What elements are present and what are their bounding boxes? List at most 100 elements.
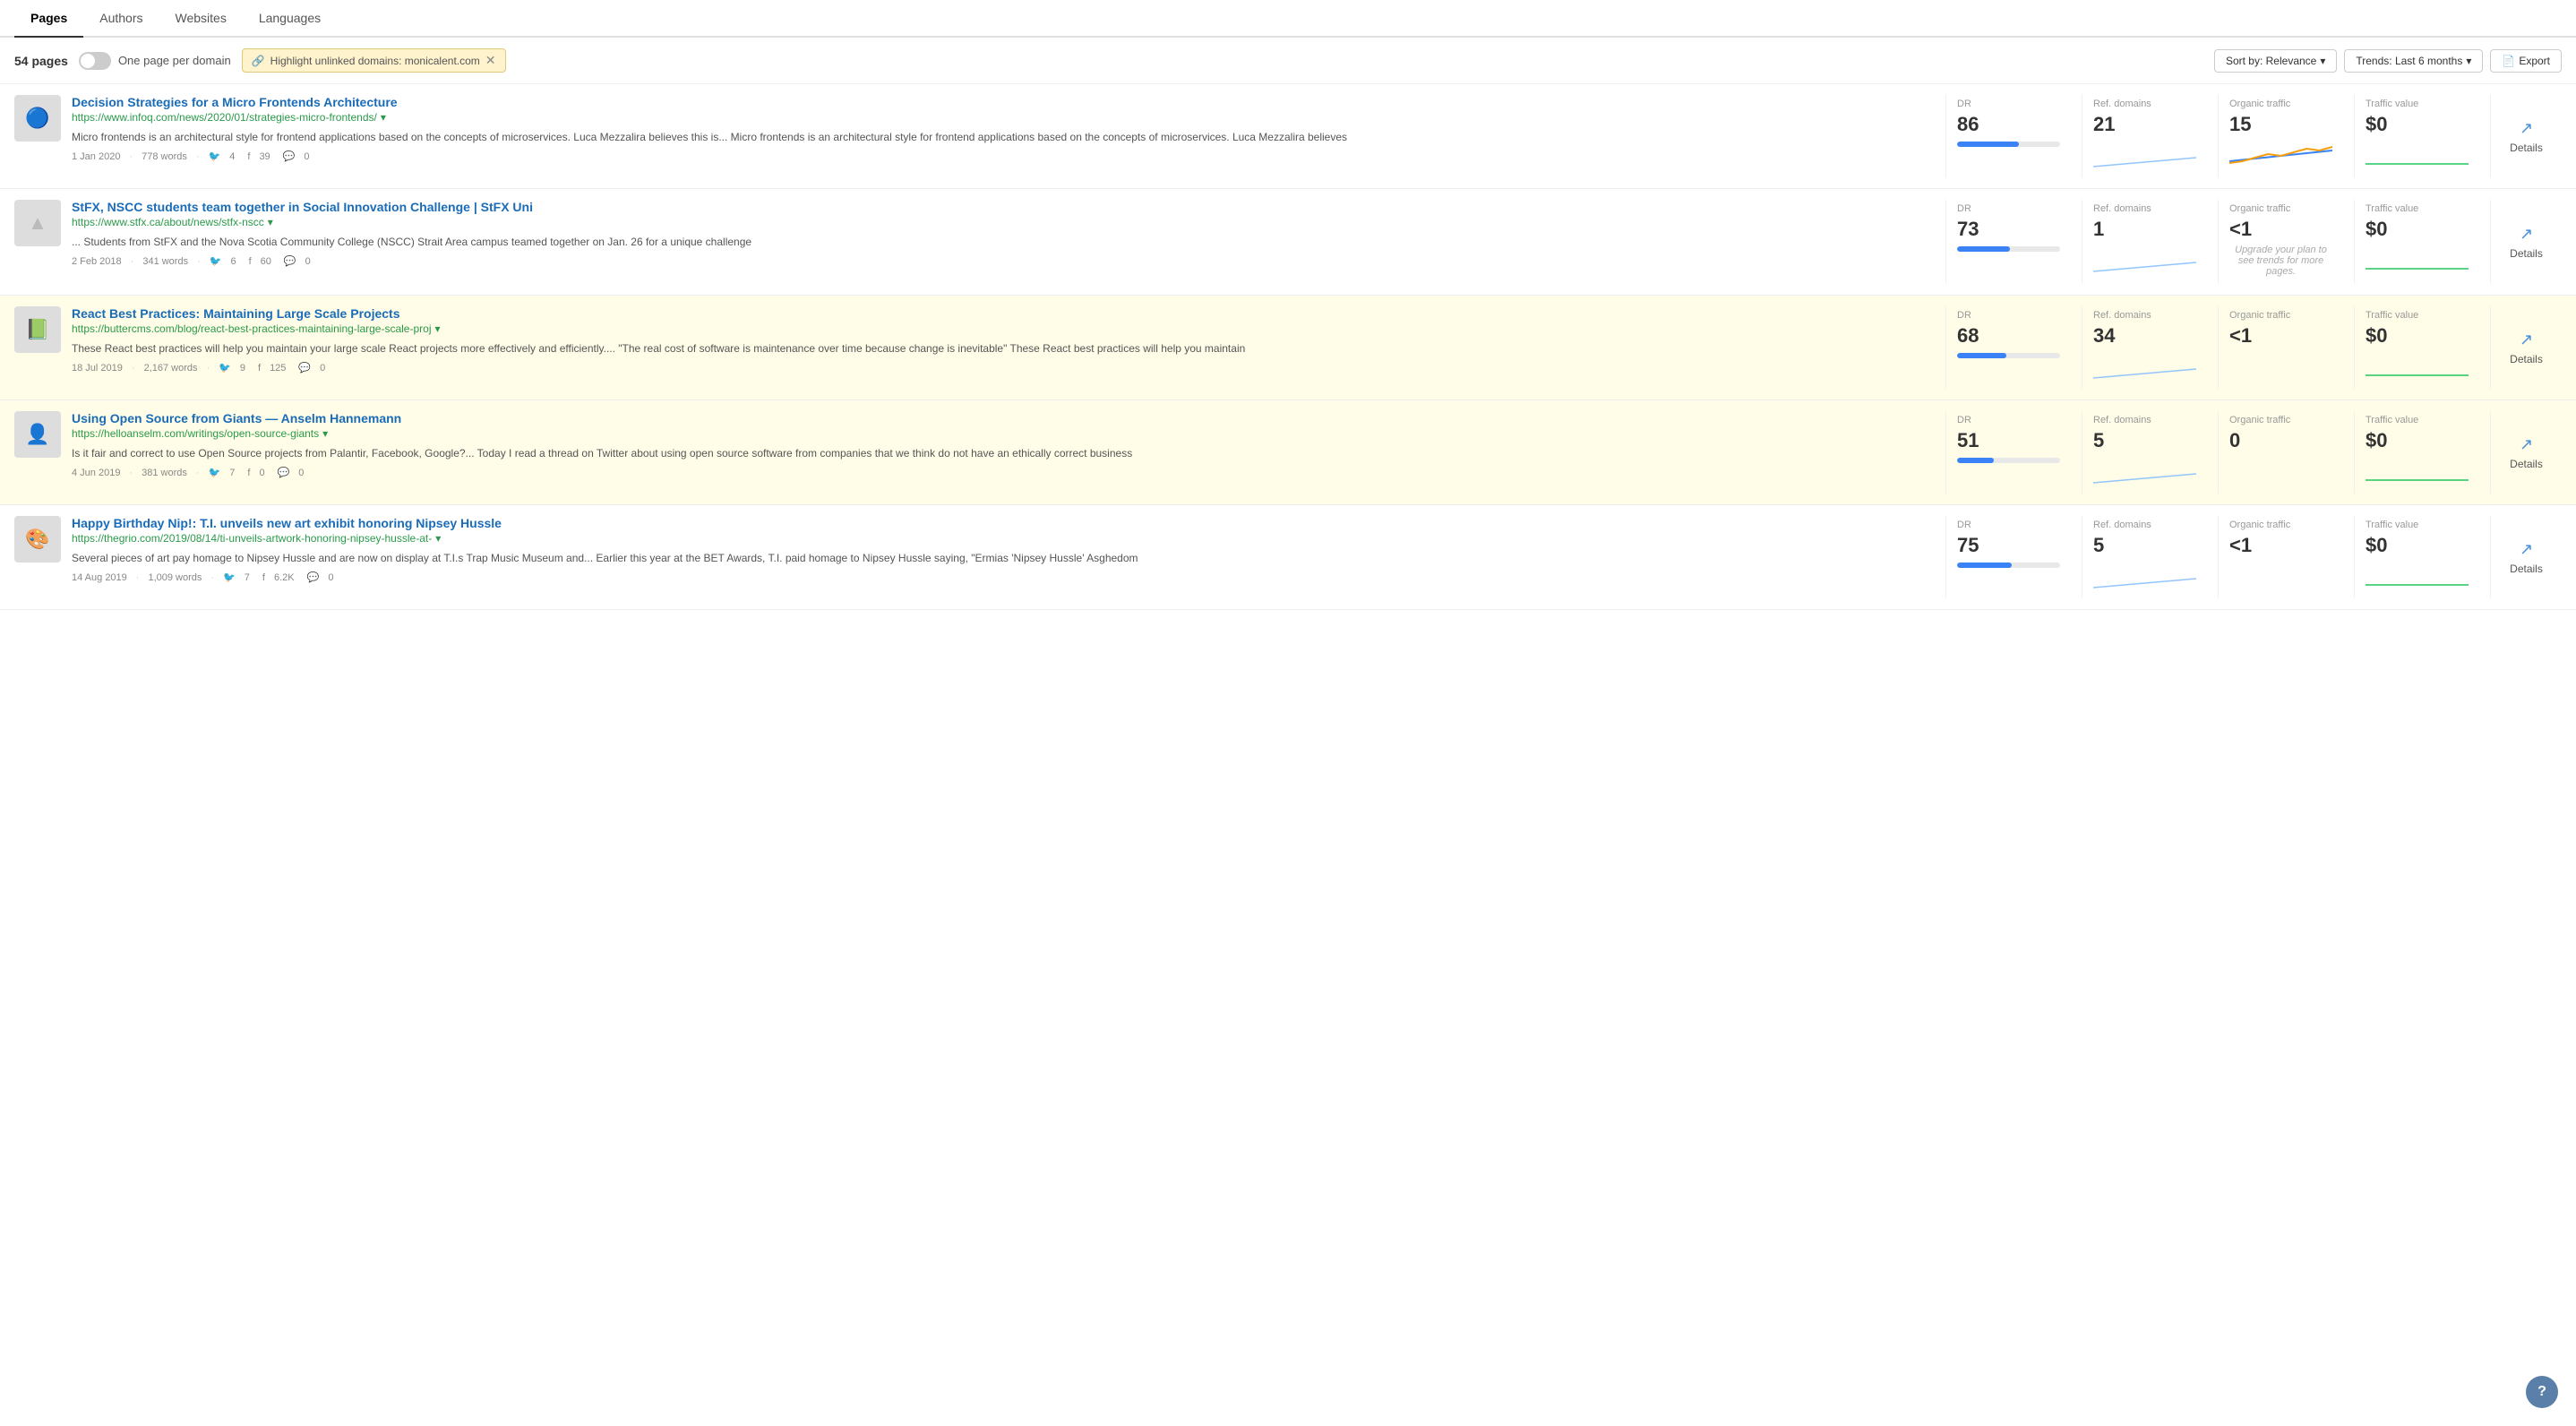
organic-traffic-chart: [2229, 136, 2332, 168]
highlight-close-btn[interactable]: ✕: [485, 53, 496, 68]
ref-domains-chart: [2093, 458, 2196, 490]
result-thumbnail: 🎨: [14, 516, 61, 563]
meta-sep: ·: [131, 256, 134, 267]
organic-traffic-label: Organic traffic: [2229, 99, 2332, 109]
organic-traffic-value: <1: [2229, 218, 2332, 241]
result-facebook: 6.2K: [274, 572, 295, 583]
result-url-link[interactable]: https://www.stfx.ca/about/news/stfx-nscc: [72, 216, 264, 228]
meta-sep: ·: [132, 363, 135, 374]
result-title[interactable]: Happy Birthday Nip!: T.I. unveils new ar…: [72, 516, 1935, 530]
result-title[interactable]: Decision Strategies for a Micro Frontend…: [72, 95, 1935, 109]
comment-icon: 💬: [283, 150, 296, 162]
result-snippet: Micro frontends is an architectural styl…: [72, 129, 1935, 145]
result-facebook: 0: [259, 468, 264, 478]
organic-traffic-label: Organic traffic: [2229, 310, 2332, 321]
traffic-value-chart: [2366, 353, 2469, 385]
details-button[interactable]: ↗ Details: [2510, 225, 2543, 260]
result-comments: 0: [298, 468, 304, 478]
dr-label: DR: [1957, 99, 2060, 109]
result-date: 18 Jul 2019: [72, 363, 123, 374]
dr-bar: [1957, 353, 2006, 358]
help-button[interactable]: ?: [2526, 1376, 2558, 1408]
result-title[interactable]: StFX, NSCC students team together in Soc…: [72, 200, 1935, 214]
details-button[interactable]: ↗ Details: [2510, 119, 2543, 154]
result-meta: 4 Jun 2019 · 381 words · 🐦 7 f 0 💬 0: [72, 467, 1935, 478]
tab-authors[interactable]: Authors: [83, 0, 159, 38]
export-button[interactable]: 📄 Export: [2490, 49, 2562, 73]
organic-traffic-label: Organic traffic: [2229, 520, 2332, 530]
details-button[interactable]: ↗ Details: [2510, 540, 2543, 575]
highlight-badge: 🔗 Highlight unlinked domains: monicalent…: [242, 48, 506, 73]
facebook-icon: f: [262, 572, 265, 583]
dr-bar: [1957, 458, 1994, 463]
organic-traffic-value: <1: [2229, 534, 2332, 557]
dr-value: 68: [1957, 324, 2060, 348]
traffic-value-chart: [2366, 458, 2469, 490]
sort-label: Sort by: Relevance: [2226, 55, 2316, 67]
result-url: https://thegrio.com/2019/08/14/ti-unveil…: [72, 532, 1935, 545]
result-url-link[interactable]: https://thegrio.com/2019/08/14/ti-unveil…: [72, 532, 432, 545]
twitter-icon: 🐦: [209, 150, 221, 162]
dr-bar: [1957, 563, 2012, 568]
toggle-label: One page per domain: [118, 54, 231, 67]
ref-domains-value: 21: [2093, 113, 2196, 136]
result-title[interactable]: React Best Practices: Maintaining Large …: [72, 306, 1935, 321]
details-trend-icon: ↗: [2520, 331, 2533, 349]
result-row: ▲ StFX, NSCC students team together in S…: [0, 189, 2576, 296]
tab-pages[interactable]: Pages: [14, 0, 83, 38]
result-content: Decision Strategies for a Micro Frontend…: [72, 95, 1935, 177]
details-label: Details: [2510, 142, 2543, 154]
result-row: 📗 React Best Practices: Maintaining Larg…: [0, 296, 2576, 400]
one-page-toggle[interactable]: [79, 52, 111, 70]
export-label: Export: [2519, 55, 2550, 67]
result-row: 👤 Using Open Source from Giants — Anselm…: [0, 400, 2576, 505]
organic-traffic-value: 0: [2229, 429, 2332, 452]
dr-value: 86: [1957, 113, 2060, 136]
result-date: 1 Jan 2020: [72, 151, 120, 162]
sort-chevron-icon: ▾: [2320, 55, 2325, 67]
ref-domains-value: 5: [2093, 429, 2196, 452]
result-url-link[interactable]: https://helloanselm.com/writings/open-so…: [72, 427, 319, 440]
details-button[interactable]: ↗ Details: [2510, 331, 2543, 365]
tab-languages[interactable]: Languages: [243, 0, 337, 38]
result-snippet: Is it fair and correct to use Open Sourc…: [72, 445, 1935, 461]
trends-label: Trends: Last 6 months: [2356, 55, 2462, 67]
traffic-value-label: Traffic value: [2366, 520, 2469, 530]
result-row: 🎨 Happy Birthday Nip!: T.I. unveils new …: [0, 505, 2576, 610]
ref-domains-metric: Ref. domains 1: [2082, 200, 2207, 284]
traffic-value-value: $0: [2366, 429, 2469, 452]
tab-websites[interactable]: Websites: [159, 0, 243, 38]
details-button[interactable]: ↗ Details: [2510, 435, 2543, 470]
sort-button[interactable]: Sort by: Relevance ▾: [2214, 49, 2337, 73]
result-meta: 1 Jan 2020 · 778 words · 🐦 4 f 39 💬 0: [72, 150, 1935, 162]
result-twitter: 7: [229, 468, 235, 478]
trends-button[interactable]: Trends: Last 6 months ▾: [2344, 49, 2483, 73]
result-row: 🔵 Decision Strategies for a Micro Fronte…: [0, 84, 2576, 189]
organic-traffic-value: 15: [2229, 113, 2332, 136]
url-arrow-icon: ▾: [268, 216, 273, 228]
result-url-link[interactable]: https://www.infoq.com/news/2020/01/strat…: [72, 111, 377, 124]
result-title[interactable]: Using Open Source from Giants — Anselm H…: [72, 411, 1935, 425]
organic-traffic-metric: Organic traffic <1 Upgrade your plan to …: [2218, 200, 2343, 284]
result-snippet: These React best practices will help you…: [72, 340, 1935, 356]
result-date: 4 Jun 2019: [72, 468, 120, 478]
tabs-bar: Pages Authors Websites Languages: [0, 0, 2576, 38]
result-words: 341 words: [142, 256, 188, 267]
dr-metric: DR 86: [1945, 95, 2071, 177]
traffic-value-chart: [2366, 246, 2469, 279]
result-url-link[interactable]: https://buttercms.com/blog/react-best-pr…: [72, 322, 432, 335]
highlight-icon: 🔗: [252, 55, 265, 67]
ref-domains-metric: Ref. domains 34: [2082, 306, 2207, 389]
result-content: StFX, NSCC students team together in Soc…: [72, 200, 1935, 284]
details-cell: ↗ Details: [2490, 200, 2562, 284]
details-trend-icon: ↗: [2520, 119, 2533, 138]
traffic-value-label: Traffic value: [2366, 415, 2469, 425]
result-url: https://buttercms.com/blog/react-best-pr…: [72, 322, 1935, 335]
result-comments: 0: [304, 151, 309, 162]
dr-label: DR: [1957, 203, 2060, 214]
result-twitter: 9: [240, 363, 245, 374]
dr-bar: [1957, 142, 2019, 147]
traffic-value-value: $0: [2366, 534, 2469, 557]
meta-sep2: ·: [196, 151, 200, 162]
comment-icon: 💬: [298, 362, 311, 374]
